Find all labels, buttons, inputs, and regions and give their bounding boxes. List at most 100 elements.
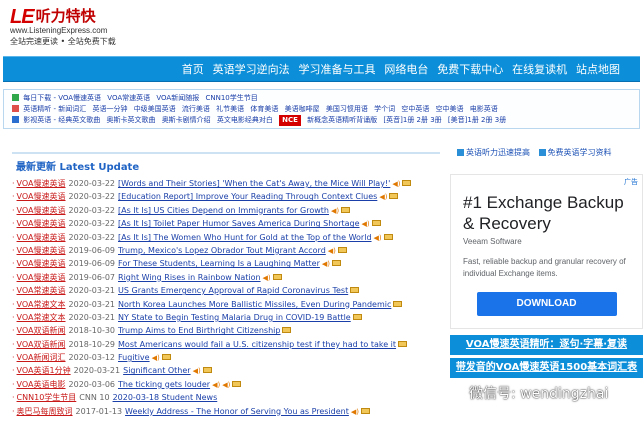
ql-link[interactable]: VOA常速英语 <box>107 94 150 102</box>
item-category-link[interactable]: CNN10学生节目 <box>17 393 77 402</box>
audio-icon[interactable]: ◀) <box>222 379 230 391</box>
audio-icon[interactable]: ◀) <box>374 232 382 244</box>
text-icon[interactable] <box>371 220 381 227</box>
text-icon[interactable] <box>389 193 399 200</box>
ql-link[interactable]: 奥斯卡英文歌曲 <box>106 116 155 124</box>
text-icon[interactable] <box>232 380 242 387</box>
text-icon[interactable] <box>361 407 371 414</box>
audio-icon[interactable]: ◀) <box>212 379 220 391</box>
text-icon[interactable] <box>332 260 342 267</box>
audio-icon[interactable]: ◀) <box>379 191 387 203</box>
item-category-link[interactable]: VOA常速文本 <box>17 300 66 309</box>
audio-icon[interactable]: ◀) <box>351 406 359 418</box>
text-icon[interactable] <box>393 300 403 307</box>
item-category-link[interactable]: VOA慢速英语 <box>17 246 66 255</box>
item-title-link[interactable]: Significant Other <box>123 366 190 375</box>
ql-link[interactable]: 美国习惯用语 <box>326 105 368 113</box>
item-category-link[interactable]: VOA慢速英语 <box>17 233 66 242</box>
item-category-link[interactable]: VOA英语电影 <box>17 380 66 389</box>
text-icon[interactable] <box>398 340 408 347</box>
ql-link[interactable]: 中级美国英语 <box>134 105 176 113</box>
item-title-link[interactable]: The ticking gets louder <box>118 380 210 389</box>
text-icon[interactable] <box>402 180 412 186</box>
text-icon[interactable] <box>161 354 171 361</box>
item-title-link[interactable]: Weekly Address - The Honor of Serving Yo… <box>125 407 349 416</box>
item-title-link[interactable]: Trump, Mexico's Lopez Obrador Tout Migra… <box>118 246 326 255</box>
item-category-link[interactable]: VOA慢速英语 <box>17 219 66 228</box>
nav-radio[interactable]: 网络电台 <box>384 63 428 76</box>
item-title-link[interactable]: [Words and Their Stories] 'When the Cat'… <box>118 179 390 188</box>
audio-icon[interactable]: ◀) <box>392 178 400 190</box>
sidebar-link-listening[interactable]: 英语听力迅速提高 <box>466 148 530 157</box>
text-icon[interactable] <box>352 313 362 320</box>
item-category-link[interactable]: VOA慢速英语 <box>17 273 66 282</box>
ql-link[interactable]: 空中英语 <box>401 105 429 113</box>
item-title-link[interactable]: For These Students, Learning Is a Laughi… <box>118 259 320 268</box>
advertisement[interactable]: 广告 #1 Exchange Backup & Recovery Veeam S… <box>450 174 643 329</box>
item-category-link[interactable]: 奥巴马每周致词 <box>17 407 73 416</box>
item-category-link[interactable]: VOA常速英语 <box>17 286 66 295</box>
item-title-link[interactable]: Right Wing Rises in Rainbow Nation <box>118 273 261 282</box>
nav-sitemap[interactable]: 站点地图 <box>576 63 620 76</box>
item-title-link[interactable]: Most Americans would fail a U.S. citizen… <box>118 340 396 349</box>
item-category-link[interactable]: VOA英语1分钟 <box>17 366 71 375</box>
banner-voa-intensive[interactable]: VOA慢速英语精听：逐句·字幕·复读 <box>450 335 643 355</box>
audio-icon[interactable]: ◀) <box>362 218 370 230</box>
ql-link[interactable]: CNN10学生节目 <box>205 94 257 102</box>
ql-link[interactable]: 体育美语 <box>250 105 278 113</box>
sidebar-link-free-materials[interactable]: 免费英语学习资料 <box>548 148 612 157</box>
text-icon[interactable] <box>202 367 212 374</box>
item-category-link[interactable]: VOA慢速英语 <box>17 179 66 188</box>
ql-link[interactable]: 奥斯卡剧情介绍 <box>162 116 211 124</box>
item-category-link[interactable]: VOA慢速英语 <box>17 206 66 215</box>
audio-icon[interactable]: ◀) <box>322 258 330 270</box>
audio-icon[interactable]: ◀) <box>328 245 336 257</box>
nav-home[interactable]: 首页 <box>182 63 204 76</box>
item-title-link[interactable]: Fugitive <box>118 353 150 362</box>
site-logo[interactable]: LE 听力特快 www.ListeningExpress.com 全站完速更读 •… <box>10 5 116 46</box>
item-category-link[interactable]: VOA新闻词汇 <box>17 353 66 362</box>
text-icon[interactable] <box>282 327 292 334</box>
ql-link[interactable]: 学个词 <box>374 105 395 113</box>
item-title-link[interactable]: US Grants Emergency Approval of Rapid Co… <box>118 286 348 295</box>
ql-link[interactable]: VOA新闻随报 <box>156 94 199 102</box>
item-title-link[interactable]: Trump Aims to End Birthright Citizenship <box>118 326 280 335</box>
item-title-link[interactable]: [As It Is] The Women Who Hunt for Gold a… <box>118 233 372 242</box>
ql-link[interactable]: 电影英语 <box>470 105 498 113</box>
nav-reverse-method[interactable]: 英语学习逆向法 <box>213 63 290 76</box>
ql-link[interactable]: 空中美语 <box>436 105 464 113</box>
item-category-link[interactable]: VOA双语新闻 <box>17 326 66 335</box>
nav-tools[interactable]: 学习准备与工具 <box>299 63 376 76</box>
item-title-link[interactable]: [As It Is] Toilet Paper Humor Saves Amer… <box>118 219 360 228</box>
ql-link[interactable]: 影视英语 - 经典英文歌曲 <box>23 116 100 124</box>
nav-online-repeater[interactable]: 在线复读机 <box>512 63 567 76</box>
item-title-link[interactable]: NY State to Begin Testing Malaria Drug i… <box>118 313 351 322</box>
audio-icon[interactable]: ◀) <box>263 272 271 284</box>
ql-link[interactable]: 英文电影经典对白 <box>217 116 273 124</box>
text-icon[interactable] <box>341 206 351 213</box>
nav-download-center[interactable]: 免费下载中心 <box>437 63 503 76</box>
text-icon[interactable] <box>272 273 282 280</box>
audio-icon[interactable]: ◀) <box>152 352 160 364</box>
text-icon[interactable] <box>383 233 393 240</box>
item-title-link[interactable]: [As It Is] US Cities Depend on Immigrant… <box>118 206 329 215</box>
audio-icon[interactable]: ◀) <box>331 205 339 217</box>
ql-link[interactable]: 英语一分钟 <box>92 105 127 113</box>
ql-link[interactable]: 每日下载 - VOA慢速英语 <box>23 94 101 102</box>
ql-link[interactable]: [英音]1册 2册 3册 <box>383 116 441 124</box>
ql-link[interactable]: 礼节美语 <box>216 105 244 113</box>
item-category-link[interactable]: VOA慢速英语 <box>17 259 66 268</box>
item-title-link[interactable]: North Korea Launches More Ballistic Miss… <box>118 300 391 309</box>
ad-headline[interactable]: #1 Exchange Backup & Recovery <box>463 192 630 234</box>
ad-download-button[interactable]: DOWNLOAD <box>476 292 617 316</box>
item-category-link[interactable]: VOA双语新闻 <box>17 340 66 349</box>
item-category-link[interactable]: VOA常速文本 <box>17 313 66 322</box>
banner-voa-vocabulary[interactable]: 带发音的VOA慢速英语1500基本词汇表 <box>450 358 643 378</box>
ql-link[interactable]: 流行美语 <box>182 105 210 113</box>
item-title-link[interactable]: [Education Report] Improve Your Reading … <box>118 192 377 201</box>
ql-link[interactable]: 英语精听 - 新闻词汇 <box>23 105 86 113</box>
ql-link[interactable]: [美音]1册 2册 3册 <box>448 116 506 124</box>
item-title-link[interactable]: 2020-03-18 Student News <box>113 393 218 402</box>
ql-link[interactable]: 美语咖啡屋 <box>285 105 320 113</box>
text-icon[interactable] <box>350 287 360 294</box>
